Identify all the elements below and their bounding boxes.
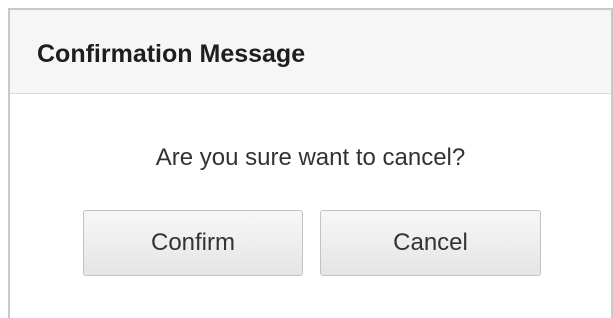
confirmation-dialog: Confirmation Message Are you sure want t…	[8, 8, 613, 318]
confirm-button[interactable]: Confirm	[83, 210, 303, 276]
dialog-message: Are you sure want to cancel?	[155, 144, 466, 171]
dialog-title: Confirmation Message	[37, 40, 306, 68]
cancel-button[interactable]: Cancel	[320, 210, 541, 276]
dialog-header: Confirmation Message	[10, 10, 611, 94]
